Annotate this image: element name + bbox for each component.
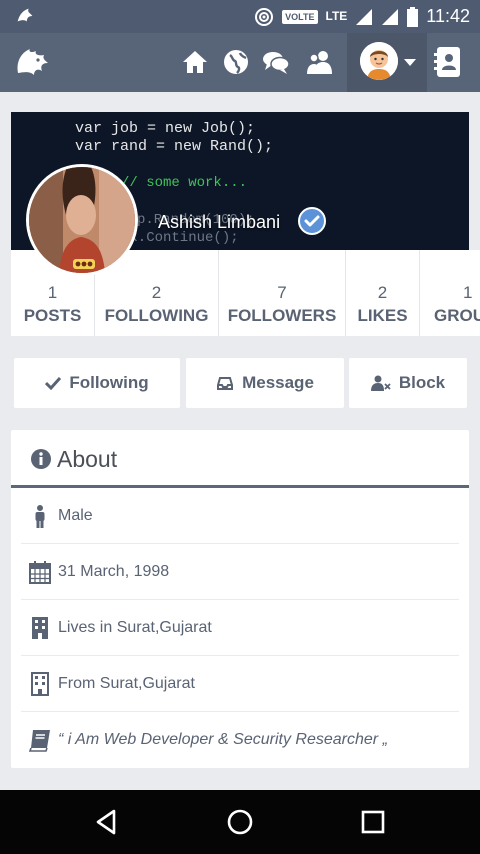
stat-label: FOLLOWERS [227,306,337,325]
volte-badge: VOLTE [282,9,318,24]
following-button[interactable]: Following [14,358,180,408]
stat-label: GROU [434,306,480,325]
battery-icon [407,6,419,27]
profile-menu-button[interactable] [347,33,427,92]
building-outline-icon [31,672,49,696]
code-line: // some work... [121,175,248,191]
signal-icon-2 [382,8,399,25]
calendar-icon [29,561,51,584]
stat-followers[interactable]: 7 FOLLOWERS [219,250,346,336]
home-circle-icon[interactable] [225,807,255,837]
top-navbar [0,33,480,92]
from-text: From Surat,Gujarat [58,675,195,692]
app-notification-icon [17,8,33,22]
about-lives-row: Lives in Surat,Gujarat [21,600,459,656]
chevron-down-icon [404,59,416,66]
user-block-icon [370,375,391,391]
avatar [360,42,398,80]
android-nav-bar [0,790,480,854]
about-from-row: From Surat,Gujarat [21,656,459,712]
stat-groups[interactable]: 1 GROU [420,250,480,336]
gender-text: Male [58,507,93,524]
about-bio-row: “ i Am Web Developer & Security Research… [21,712,459,768]
block-button-label: Block [398,373,446,392]
about-title: About [57,446,118,472]
message-button[interactable]: Message [186,358,344,408]
birthday-text: 31 March, 1998 [58,563,170,580]
lion-logo-icon[interactable] [12,43,52,83]
stat-label: POSTS [23,306,82,325]
verified-badge-icon [298,207,326,235]
stat-count: 1 [47,283,58,302]
stat-count: 1 [463,283,473,302]
code-line: var job = new Job(); [75,120,256,137]
inbox-icon [217,377,234,390]
following-button-label: Following [69,373,149,392]
stat-count: 2 [151,283,162,302]
contacts-icon[interactable] [434,46,462,78]
stat-label: LIKES [357,306,408,325]
profile-picture[interactable] [26,164,138,276]
lte-indicator: LTE [325,9,348,23]
status-bar: VOLTE LTE 11:42 [0,0,480,33]
book-icon [28,730,50,752]
stat-count: 7 [277,283,287,302]
profile-name: Ashish Limbani [158,212,281,232]
male-icon [35,505,45,528]
block-button[interactable]: Block [349,358,467,408]
about-header: About [11,430,469,488]
user-avatar-icon [360,42,398,80]
recents-icon[interactable] [358,807,388,837]
check-icon [45,376,62,390]
clock: 11:42 [426,6,470,26]
signal-icon [356,8,373,25]
globe-icon[interactable] [222,48,250,76]
about-birthday-row: 31 March, 1998 [21,544,459,600]
chat-icon[interactable] [262,48,290,76]
back-icon[interactable] [92,807,122,837]
stat-likes[interactable]: 2 LIKES [346,250,420,336]
hotspot-icon [255,7,274,26]
stat-count: 2 [377,283,388,302]
about-gender-row: Male [21,488,459,544]
building-icon [32,617,48,639]
home-icon[interactable] [181,48,209,76]
code-line: var rand = new Rand(); [75,138,274,155]
lives-in-text: Lives in Surat,Gujarat [58,619,212,636]
bio-text: “ i Am Web Developer & Security Research… [58,731,388,748]
about-card: About Male 31 March, 1998 Lives in Surat… [11,430,469,768]
info-icon [31,449,51,469]
stat-label: FOLLOWING [104,306,209,325]
users-icon[interactable] [306,48,334,76]
message-button-label: Message [242,373,314,392]
profile-photo-image [29,167,135,273]
